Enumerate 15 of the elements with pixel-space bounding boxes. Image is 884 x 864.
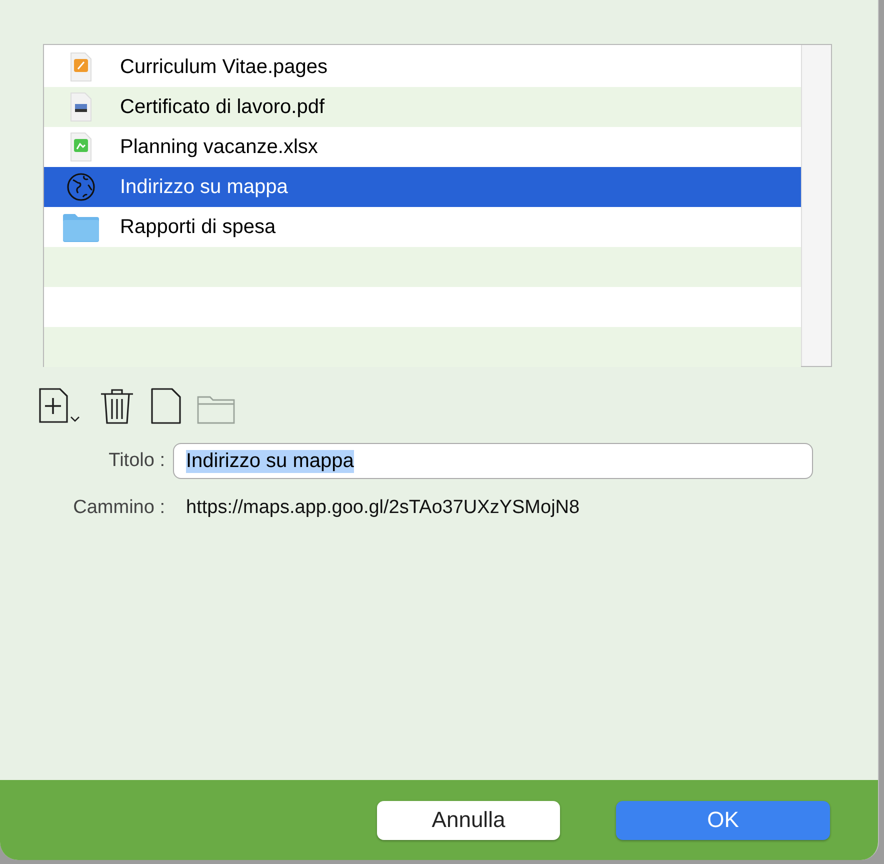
file-row[interactable]: Certificato di lavoro.pdf	[44, 87, 801, 127]
document-icon	[70, 52, 92, 82]
cancel-button[interactable]: Annulla	[377, 800, 560, 840]
folder-icon	[62, 212, 100, 242]
delete-button[interactable]	[98, 387, 136, 425]
title-field[interactable]: Indirizzo su mappa	[173, 443, 813, 479]
path-label: Cammino :	[72, 497, 165, 519]
document-icon	[70, 132, 92, 162]
ok-button[interactable]: OK	[616, 800, 830, 840]
new-document-button[interactable]	[150, 387, 182, 425]
globe-icon	[66, 172, 96, 202]
document-icon	[70, 92, 92, 122]
title-label: Titolo :	[108, 450, 165, 472]
path-value: https://maps.app.goo.gl/2sTAo37UXzYSMojN8	[186, 497, 580, 519]
file-row[interactable]: Indirizzo su mappa	[44, 167, 801, 207]
